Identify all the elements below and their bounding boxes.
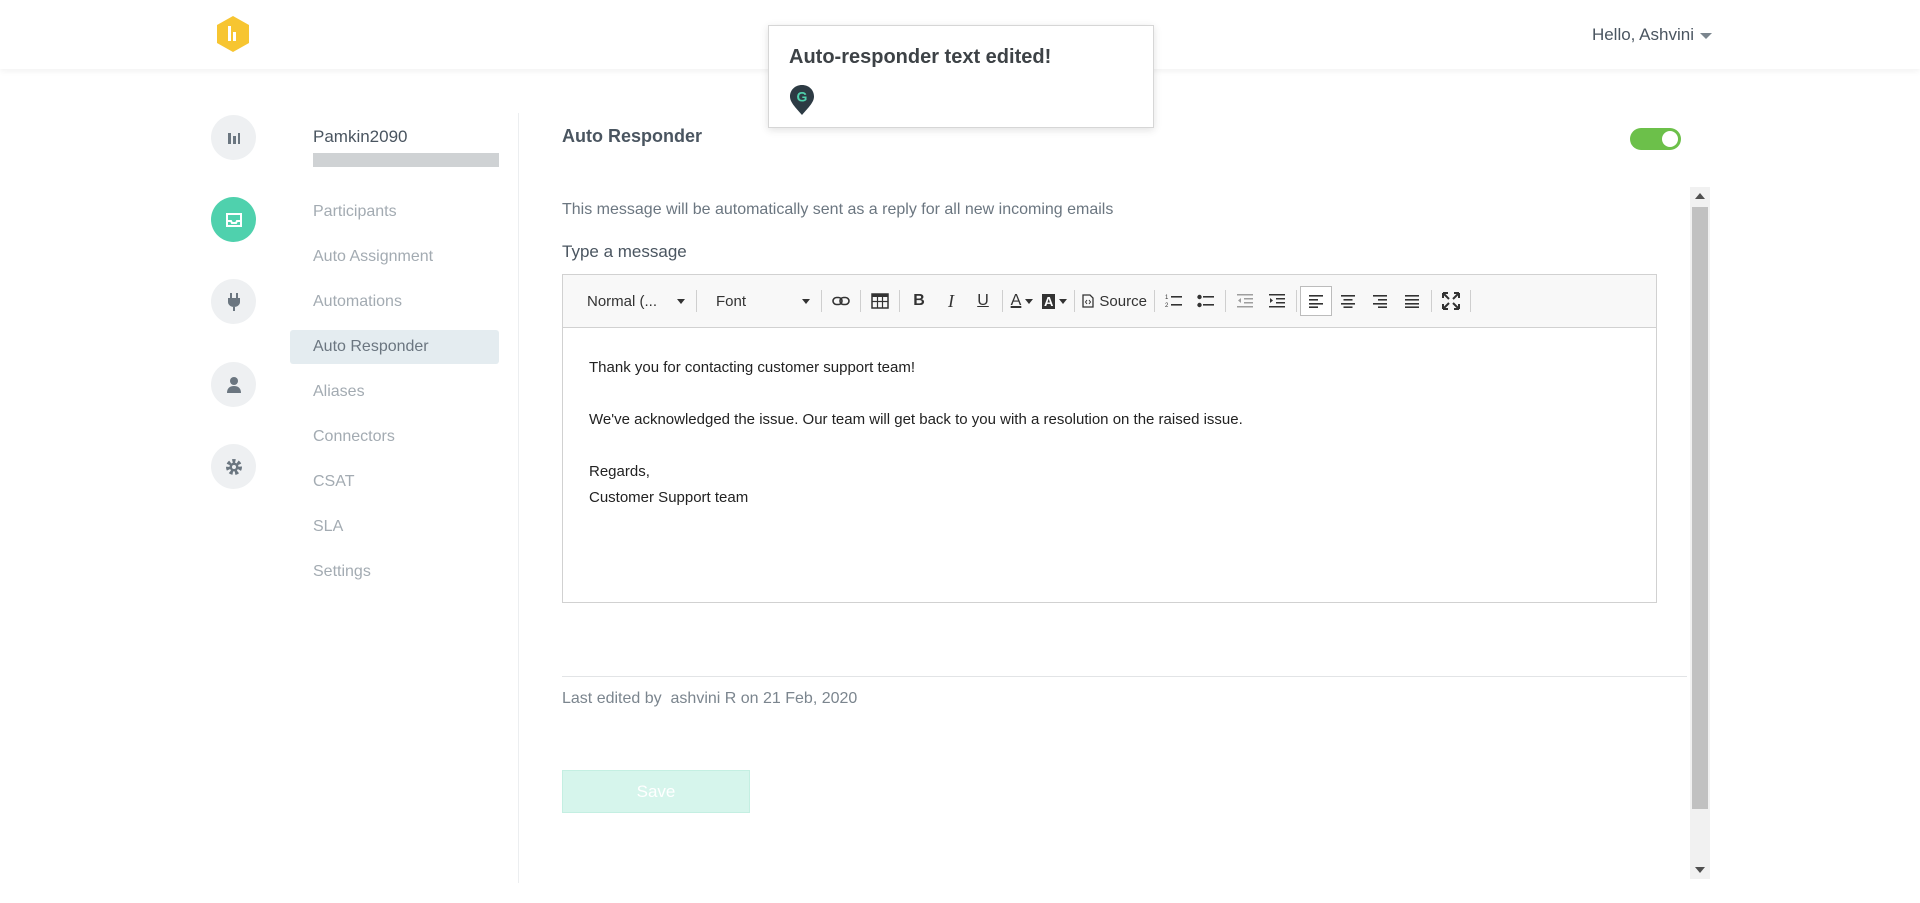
chevron-down-icon <box>677 298 685 304</box>
scroll-up-icon[interactable] <box>1695 193 1705 199</box>
toolbar-separator <box>1430 290 1432 312</box>
background-color-icon[interactable]: A <box>1038 286 1071 316</box>
numbered-list-icon[interactable]: 12 <box>1158 286 1190 316</box>
message-line: Thank you for contacting customer suppor… <box>589 359 915 376</box>
table-icon[interactable] <box>864 286 896 316</box>
svg-text:1: 1 <box>1165 295 1169 301</box>
sidebar-item-csat[interactable]: CSAT <box>290 465 499 499</box>
user-menu[interactable]: Hello, Ashvini <box>1592 25 1712 45</box>
auto-responder-toggle[interactable] <box>1630 128 1681 150</box>
source-button[interactable]: Source <box>1078 286 1151 316</box>
last-edited-text: Last edited by ashvini R on 21 Feb, 2020 <box>562 690 858 707</box>
sidebar-item-auto-responder[interactable]: Auto Responder <box>290 330 499 364</box>
toolbar-separator <box>860 290 861 312</box>
align-left-icon[interactable] <box>1299 286 1332 316</box>
toolbar-separator <box>1295 290 1297 312</box>
message-line <box>589 381 1243 407</box>
message-line: Regards, <box>589 463 650 480</box>
description-text: This message will be automatically sent … <box>562 201 1114 218</box>
toolbar-separator <box>821 290 822 312</box>
text-color-icon[interactable]: A <box>1006 286 1038 316</box>
toolbar-separator <box>1153 290 1155 312</box>
chevron-down-icon <box>802 298 810 304</box>
grammarly-icon[interactable]: G <box>789 84 815 116</box>
align-justify-icon[interactable] <box>1396 286 1428 316</box>
scroll-down-icon[interactable] <box>1695 867 1705 873</box>
sidebar-item-participants[interactable]: Participants <box>290 195 499 229</box>
toolbar-separator <box>696 290 697 312</box>
maximize-icon[interactable] <box>1435 286 1467 316</box>
toast-notification: Auto-responder text edited! G <box>768 25 1154 128</box>
bold-icon[interactable]: B <box>903 286 935 316</box>
divider <box>518 113 519 883</box>
page-title: Auto Responder <box>562 126 703 146</box>
scrollbar[interactable] <box>1690 187 1710 879</box>
align-right-icon[interactable] <box>1364 286 1396 316</box>
sidebar-item-auto-assignment[interactable]: Auto Assignment <box>290 240 499 274</box>
format-dropdown-value: Normal (... <box>587 292 658 310</box>
message-label: Type a message <box>562 242 687 261</box>
source-label: Source <box>1099 292 1147 310</box>
greeting-text: Hello, Ashvini <box>1591 25 1694 44</box>
sidebar-item-connectors[interactable]: Connectors <box>290 420 499 454</box>
align-center-icon[interactable] <box>1332 286 1364 316</box>
toolbar-separator <box>1224 290 1226 312</box>
toolbar-separator <box>1074 290 1076 312</box>
save-button[interactable]: Save <box>562 770 750 813</box>
org-subtitle-bar <box>313 153 499 167</box>
chevron-down-icon <box>1700 33 1712 39</box>
svg-text:G: G <box>797 89 808 105</box>
brand-logo-icon[interactable] <box>214 15 252 53</box>
analytics-icon[interactable] <box>211 115 256 160</box>
italic-icon[interactable]: I <box>935 286 967 316</box>
svg-text:2: 2 <box>1165 303 1169 309</box>
font-dropdown-value: Font <box>716 292 747 310</box>
toolbar-separator <box>1469 290 1471 312</box>
divider <box>562 676 1687 677</box>
source-icon <box>1082 294 1095 308</box>
increase-indent-icon[interactable] <box>1261 286 1293 316</box>
gear-icon[interactable] <box>211 444 256 489</box>
user-icon[interactable] <box>211 362 256 407</box>
sidebar-item-automations[interactable]: Automations <box>290 285 499 319</box>
sidebar-item-sla[interactable]: SLA <box>290 510 499 544</box>
underline-icon[interactable]: U <box>967 286 999 316</box>
toolbar-separator <box>1002 290 1003 312</box>
sidebar-item-settings[interactable]: Settings <box>290 555 499 589</box>
rich-text-editor: Normal (... Font B I U A A Source 1 2 Th… <box>562 274 1657 603</box>
plug-icon[interactable] <box>211 279 256 324</box>
font-dropdown[interactable]: Font <box>700 286 818 316</box>
org-name: Pamkin2090 <box>313 127 408 146</box>
message-line <box>589 433 1243 459</box>
message-body[interactable]: Thank you for contacting customer suppor… <box>589 355 1243 511</box>
message-line: We've acknowledged the issue. Our team w… <box>589 411 1243 428</box>
toast-message: Auto-responder text edited! <box>789 46 1052 68</box>
format-dropdown[interactable]: Normal (... <box>571 286 693 316</box>
scrollbar-thumb[interactable] <box>1692 207 1708 809</box>
link-icon[interactable] <box>825 286 857 316</box>
bulleted-list-icon[interactable] <box>1190 286 1222 316</box>
inbox-icon[interactable] <box>211 197 256 242</box>
decrease-indent-icon[interactable] <box>1229 286 1261 316</box>
toolbar-separator <box>899 290 900 312</box>
toggle-knob <box>1662 131 1678 147</box>
message-line: Customer Support team <box>589 489 749 506</box>
editor-toolbar: Normal (... Font B I U A A Source 1 2 <box>563 275 1656 328</box>
sidebar-item-aliases[interactable]: Aliases <box>290 375 499 409</box>
